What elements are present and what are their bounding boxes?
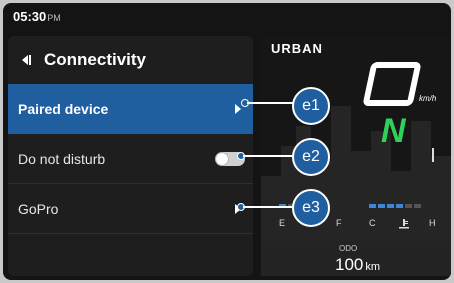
status-bar: 05:30PM [13, 9, 61, 24]
connectivity-panel: Connectivity Paired device Do not distur… [8, 36, 253, 276]
menu-item-label: Paired device [18, 101, 109, 117]
back-arrow-icon [22, 55, 31, 65]
temp-hot-label: H [429, 218, 436, 228]
toggle-knob [216, 153, 228, 165]
menu-item-gopro[interactable]: GoPro [8, 184, 253, 234]
clock-time: 05:30 [13, 9, 47, 24]
indicator-bar [432, 148, 434, 162]
display-screen: 05:30PM Connectivity Paired device Do no… [3, 3, 451, 280]
brand-logo: URBAN [271, 41, 323, 56]
chevron-right-icon [235, 104, 241, 114]
fuel-empty-label: E [279, 218, 286, 228]
panel-header: Connectivity [8, 36, 253, 84]
odometer-value: 100 km [335, 255, 381, 274]
speed-digit [362, 62, 422, 106]
odometer-label: ODO [339, 244, 358, 253]
marker-e2: e2 [292, 138, 330, 176]
temp-cold-label: C [369, 218, 376, 228]
fuel-full-label: F [336, 218, 342, 228]
marker-e3: e3 [292, 189, 330, 227]
city-skyline-icon [261, 106, 451, 241]
temperature-gauge [369, 204, 421, 208]
marker-leader-e2 [243, 155, 293, 157]
marker-leader-e1 [247, 102, 293, 104]
coolant-temp-icon [399, 219, 409, 229]
back-button[interactable] [16, 49, 38, 71]
speed-unit: km/h [419, 94, 437, 103]
marker-leader-e3 [243, 206, 293, 208]
clock-ampm: PM [47, 13, 61, 23]
panel-title: Connectivity [44, 50, 147, 69]
gear-indicator: N [381, 112, 406, 150]
menu-item-paired-device[interactable]: Paired device [8, 84, 253, 134]
marker-e1: e1 [292, 87, 330, 125]
menu-item-label: GoPro [18, 200, 59, 217]
menu-item-do-not-disturb[interactable]: Do not disturb [8, 134, 253, 184]
